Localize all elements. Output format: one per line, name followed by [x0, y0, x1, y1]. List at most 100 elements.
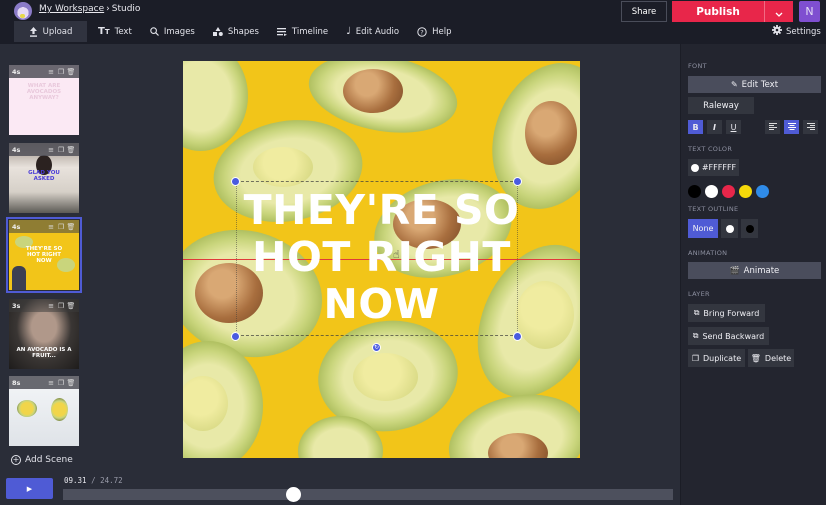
send-backward-button[interactable]: ⧉ Send Backward [688, 327, 769, 345]
align-left-button[interactable] [765, 120, 780, 134]
duplicate-icon[interactable]: ❐ [56, 68, 66, 76]
delete-button[interactable]: 🗑 Delete [748, 349, 794, 367]
layer-label: LAYER [688, 290, 710, 298]
share-button[interactable]: Share [621, 1, 667, 22]
publish-button[interactable]: Publish [672, 1, 764, 22]
move-cursor-icon: ☝ [393, 248, 400, 261]
scene-thumbnail-4[interactable]: 3s ≡ ❐ 🗑 AN AVOCADO IS A FRUIT... [9, 299, 79, 369]
scene-thumbnail-2[interactable]: 4s ≡ ❐ 🗑 GLAD YOU ASKED [9, 143, 79, 213]
outline-none-button[interactable]: None [688, 219, 718, 238]
settings-button[interactable]: Settings [772, 25, 821, 38]
scene-duration: 4s [12, 222, 21, 231]
timeline-icon[interactable]: ≡ [46, 302, 56, 310]
duplicate-button[interactable]: ❐ Duplicate [688, 349, 745, 367]
duplicate-icon[interactable]: ❐ [56, 379, 66, 387]
edit-text-label: Edit Text [741, 79, 779, 90]
search-icon [150, 27, 159, 36]
font-section-label: FONT [688, 62, 707, 70]
scene-thumbnail-5[interactable]: 8s ≡ ❐ 🗑 [9, 376, 79, 446]
swatch-black[interactable] [688, 185, 701, 198]
scene-toolbar: 4s ≡ ❐ 🗑 [9, 65, 79, 78]
scene-thumbnail-1[interactable]: 4s ≡ ❐ 🗑 WHAT ARE AVOCADOS ANYWAY? [9, 65, 79, 135]
add-scene-button[interactable]: + Add Scene [11, 455, 73, 465]
trash-icon: 🗑 [750, 353, 761, 363]
animate-button[interactable]: 🎬 Animate [688, 262, 821, 279]
trash-icon[interactable]: 🗑 [66, 302, 76, 310]
resize-handle-bottom-left[interactable] [231, 332, 240, 341]
editor-canvas[interactable]: ↻ THEY'RE SO HOT RIGHT NOW ☝ [183, 61, 580, 458]
scene-toolbar: 3s ≡ ❐ 🗑 [9, 299, 79, 312]
plus-circle-icon: + [11, 455, 21, 465]
scene-caption: GLAD YOU ASKED [28, 170, 60, 182]
timeline-icon[interactable]: ≡ [46, 68, 56, 76]
scenes-sidebar: 4s ≡ ❐ 🗑 WHAT ARE AVOCADOS ANYWAY? 4s ≡ … [0, 44, 88, 469]
scene-thumbnail-3[interactable]: 4s ≡ ❐ 🗑 THEY'RE SO HOT RIGHT NOW [6, 217, 82, 293]
scene-caption: AN AVOCADO IS A FRUIT... [16, 347, 72, 359]
scene-toolbar: 4s ≡ ❐ 🗑 [9, 220, 79, 233]
underline-button[interactable]: U [726, 120, 741, 134]
bring-forward-button[interactable]: ⧉ Bring Forward [688, 304, 765, 322]
duplicate-icon[interactable]: ❐ [56, 223, 66, 231]
nav-edit-audio[interactable]: ♩ Edit Audio [337, 21, 408, 42]
canvas-text-element[interactable]: THEY'RE SO HOT RIGHT NOW [183, 187, 580, 328]
nav-images[interactable]: Images [141, 21, 204, 42]
swatch-blue[interactable] [756, 185, 769, 198]
swatch-red[interactable] [722, 185, 735, 198]
swatch-white[interactable] [705, 185, 718, 198]
animate-label: Animate [743, 265, 780, 276]
resize-handle-top-left[interactable] [231, 177, 240, 186]
nav-help[interactable]: ? Help [408, 21, 460, 42]
rotate-handle[interactable]: ↻ [372, 343, 381, 352]
resize-handle-top-right[interactable] [513, 177, 522, 186]
publish-dropdown-button[interactable] [764, 1, 793, 22]
bold-button[interactable]: B [688, 120, 703, 134]
nav-edit-audio-label: Edit Audio [355, 26, 400, 37]
outline-black-button[interactable] [741, 219, 758, 238]
italic-button[interactable]: I [707, 120, 722, 134]
timeline-icon[interactable]: ≡ [46, 223, 56, 231]
send-backward-label: Send Backward [702, 331, 765, 341]
color-dot-icon [690, 163, 699, 172]
play-button[interactable]: ▶ [6, 478, 53, 499]
workspace-avatar[interactable] [14, 2, 32, 20]
breadcrumb: My Workspace › Studio [39, 4, 140, 14]
delete-label: Delete [764, 353, 792, 363]
settings-label: Settings [786, 26, 821, 37]
text-icon: TT [98, 26, 110, 37]
trash-icon[interactable]: 🗑 [66, 379, 76, 387]
scene-caption: THEY'RE SO HOT RIGHT NOW [25, 246, 63, 264]
playback-scrubber-handle[interactable] [285, 487, 301, 502]
edit-text-button[interactable]: ✎ Edit Text [688, 76, 821, 93]
nav-timeline[interactable]: Timeline [268, 21, 337, 42]
breadcrumb-workspace-link[interactable]: My Workspace [39, 4, 104, 14]
text-outline-label: TEXT OUTLINE [688, 205, 739, 213]
timeline-icon[interactable]: ≡ [46, 379, 56, 387]
upload-icon [29, 26, 38, 37]
align-center-icon [787, 122, 796, 132]
timeline-icon[interactable]: ≡ [46, 146, 56, 154]
duplicate-icon[interactable]: ❐ [56, 302, 66, 310]
font-family-select[interactable]: Raleway [688, 97, 754, 114]
nav-text[interactable]: TT Text [89, 21, 141, 42]
nav-upload[interactable]: Upload [14, 21, 87, 42]
trash-icon[interactable]: 🗑 [66, 146, 76, 154]
duplicate-icon[interactable]: ❐ [56, 146, 66, 154]
black-dot-icon [745, 224, 754, 233]
text-color-picker[interactable]: #FFFFFF [688, 159, 739, 176]
properties-panel: FONT ✎ Edit Text Raleway B I U TEXT COLO… [680, 44, 826, 505]
total-time: 24.72 [100, 476, 123, 485]
align-center-button[interactable] [784, 120, 799, 134]
swatch-yellow[interactable] [739, 185, 752, 198]
outline-white-button[interactable] [721, 219, 738, 238]
play-icon: ▶ [26, 484, 33, 493]
trash-icon[interactable]: 🗑 [66, 223, 76, 231]
nav-images-label: Images [163, 26, 195, 37]
bring-forward-icon: ⧉ [693, 308, 700, 317]
scene-duration: 4s [12, 67, 21, 76]
user-avatar[interactable]: N [799, 1, 820, 22]
trash-icon[interactable]: 🗑 [66, 68, 76, 76]
resize-handle-bottom-right[interactable] [513, 332, 522, 341]
nav-shapes[interactable]: Shapes [204, 21, 268, 42]
align-right-button[interactable] [803, 120, 818, 134]
playback-scrubber-track[interactable] [63, 487, 673, 502]
